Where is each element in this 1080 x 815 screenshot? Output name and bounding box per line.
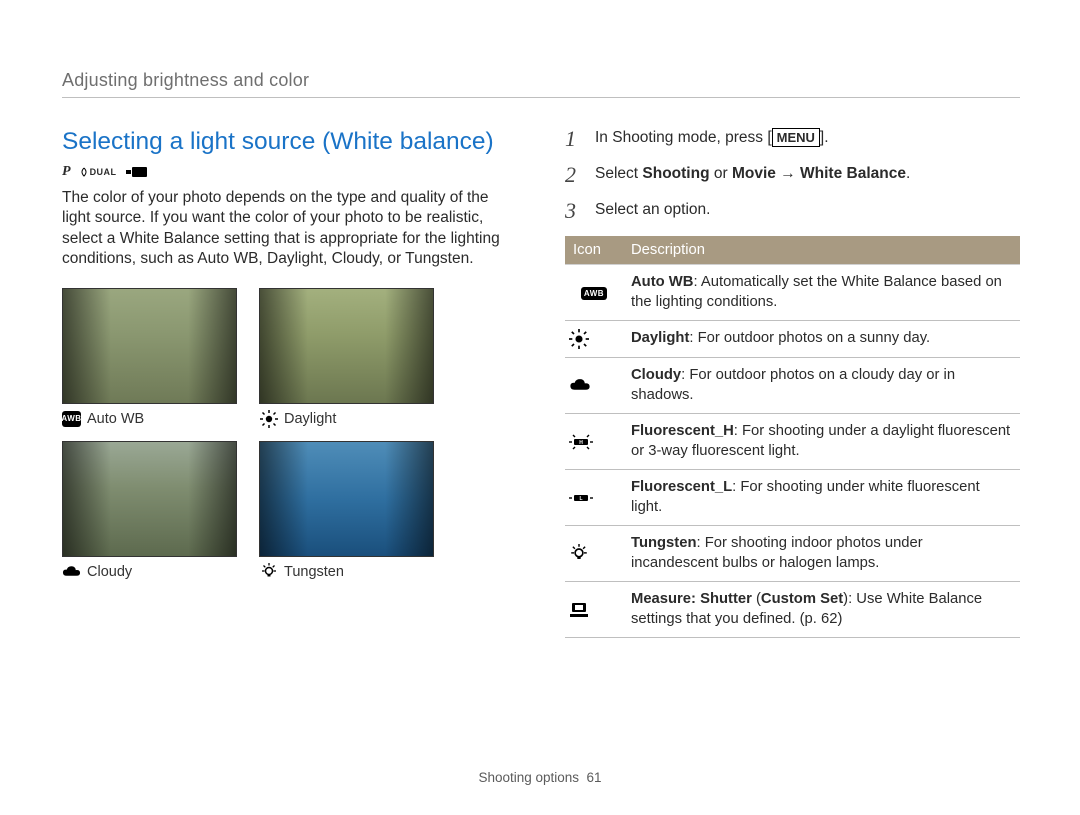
- table-row: Cloudy: For outdoor photos on a cloudy d…: [565, 358, 1020, 414]
- table-row: Tungsten: For shooting indoor photos und…: [565, 526, 1020, 582]
- mode-dual-label: DUAL: [90, 167, 117, 177]
- table-row: Daylight: For outdoor photos on a sunny …: [565, 321, 1020, 358]
- mode-indicators: P DUAL: [62, 164, 507, 180]
- cloud-icon: [569, 378, 591, 393]
- sun-icon: [259, 411, 278, 427]
- mode-movie-icon: [126, 166, 148, 178]
- th-description: Description: [623, 236, 1020, 265]
- thumb-tungsten-text: Tungsten: [284, 564, 344, 580]
- page-footer: Shooting options 61: [0, 770, 1080, 785]
- steps-list: 1 In Shooting mode, press [MENU]. 2 Sele…: [565, 128, 1020, 222]
- thumb-daylight-image: [259, 288, 434, 404]
- row-custom-icon: [565, 582, 623, 638]
- step-3: 3 Select an option.: [565, 200, 1020, 222]
- row-tungsten-desc: Tungsten: For shooting indoor photos und…: [623, 526, 1020, 582]
- thumb-daylight: Daylight: [259, 288, 434, 427]
- thumb-autowb-text: Auto WB: [87, 411, 144, 427]
- row-daylight-desc: Daylight: For outdoor photos on a sunny …: [623, 321, 1020, 358]
- row-daylight-icon: [565, 321, 623, 358]
- step-3-number: 3: [565, 200, 583, 222]
- left-column: Selecting a light source (White balance)…: [62, 128, 507, 638]
- footer-section: Shooting options: [478, 770, 579, 785]
- row-awb-desc: Auto WB: Automatically set the White Bal…: [623, 265, 1020, 321]
- fluorescent-l-icon: L: [569, 491, 593, 505]
- step-2-number: 2: [565, 164, 583, 186]
- table-row: L Fluorescent_L: For shooting under whit…: [565, 470, 1020, 526]
- step-3-text: Select an option.: [595, 200, 710, 222]
- thumb-autowb-image: [62, 288, 237, 404]
- step-2-text: Select Shooting or Movie → White Balance…: [595, 164, 910, 186]
- thumbnail-grid: AWB Auto WB Daylight: [62, 288, 434, 580]
- th-icon: Icon: [565, 236, 623, 265]
- thumb-tungsten-label: Tungsten: [259, 564, 434, 580]
- step-2: 2 Select Shooting or Movie → White Balan…: [565, 164, 1020, 186]
- thumb-cloudy: Cloudy: [62, 441, 237, 580]
- row-fluorescent-l-desc: Fluorescent_L: For shooting under white …: [623, 470, 1020, 526]
- thumb-cloudy-text: Cloudy: [87, 564, 132, 580]
- thumb-cloudy-label: Cloudy: [62, 564, 237, 580]
- cloud-icon: [62, 564, 81, 580]
- thumb-autowb: AWB Auto WB: [62, 288, 237, 427]
- sun-icon: [569, 329, 589, 349]
- page-number: 61: [587, 770, 602, 785]
- menu-button-label: MENU: [772, 128, 820, 147]
- thumb-tungsten-image: [259, 441, 434, 557]
- table-row: AWB Auto WB: Automatically set the White…: [565, 265, 1020, 321]
- right-column: 1 In Shooting mode, press [MENU]. 2 Sele…: [565, 128, 1020, 638]
- row-fluorescent-h-desc: Fluorescent_H: For shooting under a dayl…: [623, 414, 1020, 470]
- step-1-number: 1: [565, 128, 583, 150]
- step-1: 1 In Shooting mode, press [MENU].: [565, 128, 1020, 150]
- awb-icon: AWB: [581, 287, 607, 300]
- row-awb-icon: AWB: [565, 265, 623, 321]
- mode-p-icon: P: [62, 164, 71, 180]
- row-cloudy-desc: Cloudy: For outdoor photos on a cloudy d…: [623, 358, 1020, 414]
- svg-text:H: H: [579, 440, 583, 446]
- awb-icon: AWB: [62, 411, 81, 427]
- bulb-icon: [259, 564, 278, 580]
- row-tungsten-icon: [565, 526, 623, 582]
- row-fluorescent-l-icon: L: [565, 470, 623, 526]
- thumb-cloudy-image: [62, 441, 237, 557]
- step-1-text: In Shooting mode, press [MENU].: [595, 128, 829, 150]
- row-custom-desc: Measure: Shutter (Custom Set): Use White…: [623, 582, 1020, 638]
- breadcrumb: Adjusting brightness and color: [62, 70, 1020, 98]
- mode-dual-icon: DUAL: [80, 167, 117, 177]
- content-columns: Selecting a light source (White balance)…: [62, 128, 1020, 638]
- intro-paragraph: The color of your photo depends on the t…: [62, 188, 507, 270]
- thumb-daylight-label: Daylight: [259, 411, 434, 427]
- row-fluorescent-h-icon: H: [565, 414, 623, 470]
- table-row: Measure: Shutter (Custom Set): Use White…: [565, 582, 1020, 638]
- thumb-daylight-text: Daylight: [284, 411, 336, 427]
- row-cloudy-icon: [565, 358, 623, 414]
- thumb-tungsten: Tungsten: [259, 441, 434, 580]
- section-title: Selecting a light source (White balance): [62, 128, 507, 156]
- bulb-icon: [569, 544, 589, 564]
- table-row: H Fluorescent_H: For shooting under a da…: [565, 414, 1020, 470]
- fluorescent-h-icon: H: [569, 433, 593, 451]
- options-table: Icon Description AWB Auto WB: Automatica…: [565, 236, 1020, 638]
- thumb-autowb-label: AWB Auto WB: [62, 411, 237, 427]
- custom-set-icon: [569, 601, 589, 619]
- svg-text:L: L: [579, 496, 582, 502]
